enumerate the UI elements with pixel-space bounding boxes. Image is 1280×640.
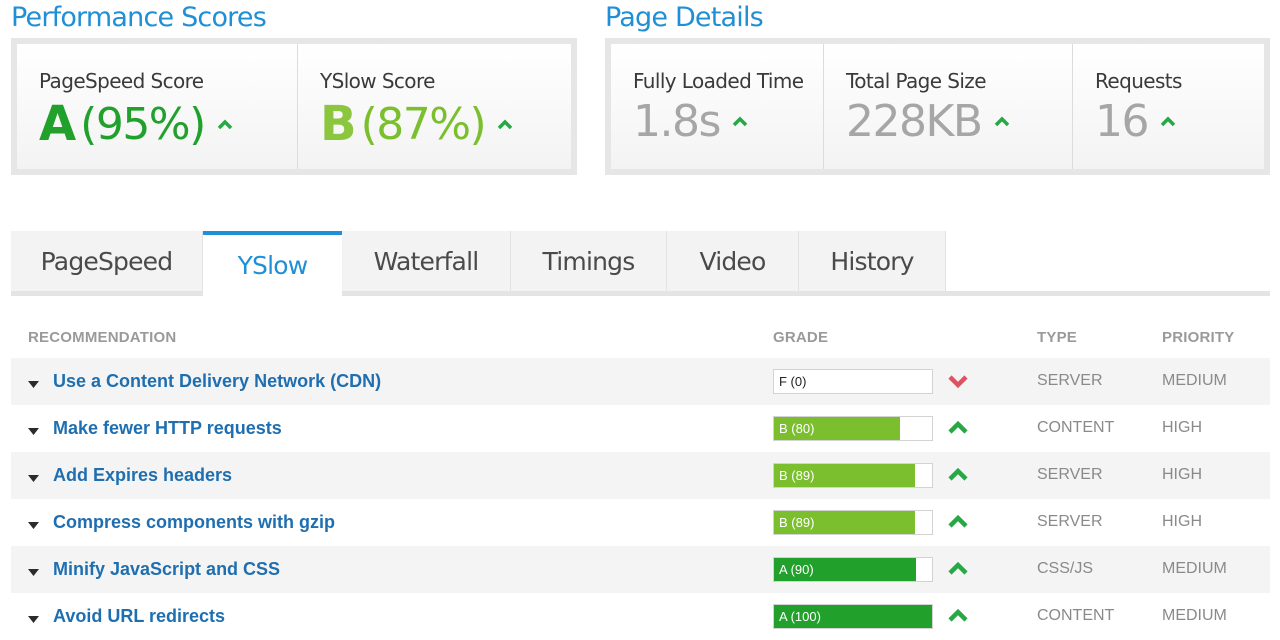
recommendation-link[interactable]: Minify JavaScript and CSS [53,559,280,580]
pagespeed-score-label: PageSpeed Score [39,69,204,93]
triangle-down-icon[interactable] [28,564,39,582]
chevron-up-icon [994,112,1010,131]
yslow-grade-letter: B [320,96,357,152]
fully-loaded-time-label: Fully Loaded Time [633,69,804,93]
grade-bar: A (100) [773,604,933,629]
chevron-up-icon [947,608,969,629]
table-row: Use a Content Delivery Network (CDN) F (0… [11,358,1270,405]
performance-scores-title: Performance Scores [11,2,267,33]
pagespeed-score: PageSpeed Score A (95%) [17,44,298,169]
tab-pagespeed[interactable]: PageSpeed [11,231,203,291]
yslow-score: YSlow Score B (87%) [298,44,571,169]
requests-label: Requests [1095,69,1182,93]
total-page-size: Total Page Size 228KB [824,44,1073,169]
total-page-size-number: 228KB [846,96,983,147]
triangle-down-icon[interactable] [28,517,39,535]
table-row: Minify JavaScript and CSS A (90) CSS/JS MED… [11,546,1270,593]
tab-waterfall[interactable]: Waterfall [342,231,511,291]
grade-bar: B (89) [773,463,933,488]
fully-loaded-time-number: 1.8s [633,96,721,147]
tab-timings[interactable]: Timings [511,231,667,291]
fully-loaded-time: Fully Loaded Time 1.8s [611,44,824,169]
column-header-grade: GRADE [773,329,829,346]
requests: Requests 16 [1073,44,1264,169]
grade-label: B (89) [779,468,815,483]
table-row: Make fewer HTTP requests B (80) CONTENT HIG… [11,405,1270,452]
triangle-down-icon[interactable] [28,423,39,441]
tab-yslow[interactable]: YSlow [203,231,342,296]
type-value: CONTENT [1037,419,1115,436]
page-details-panel: Fully Loaded Time 1.8s Total Page Size 2… [605,38,1270,175]
type-value: SERVER [1037,513,1103,530]
column-header-priority: PRIORITY [1162,329,1235,346]
priority-value: MEDIUM [1162,607,1227,624]
requests-value: 16 [1095,96,1176,147]
grade-bar: A (90) [773,557,933,582]
yslow-grade-percent: (87%) [360,98,487,150]
triangle-down-icon[interactable] [28,470,39,488]
total-page-size-label: Total Page Size [846,69,987,93]
performance-scores-panel: PageSpeed Score A (95%) YSlow Score B (8… [11,38,577,175]
column-header-type: TYPE [1037,329,1077,346]
grade-label: A (90) [779,562,814,577]
yslow-score-value: B (87%) [320,96,513,152]
chevron-up-icon [497,115,513,134]
priority-value: HIGH [1162,419,1202,436]
grade-label: F (0) [779,374,807,389]
page-details-title: Page Details [605,2,764,33]
pagespeed-score-value: A (95%) [39,96,233,152]
grade-bar: B (80) [773,416,933,441]
tab-history[interactable]: History [799,231,946,291]
priority-value: HIGH [1162,513,1202,530]
report-tabs: PageSpeed YSlow Waterfall Timings Video … [11,231,1270,296]
triangle-down-icon[interactable] [28,376,39,394]
chevron-up-icon [947,514,969,535]
grade-bar: F (0) [773,369,933,394]
chevron-up-icon [732,112,748,131]
type-value: CSS/JS [1037,560,1094,577]
chevron-down-icon [947,373,969,394]
grade-label: B (80) [779,421,815,436]
type-value: SERVER [1037,466,1103,483]
table-row: Avoid URL redirects A (100) CONTENT MEDIUM [11,593,1270,640]
total-page-size-value: 228KB [846,96,1010,147]
column-header-recommendation: RECOMMENDATION [28,329,177,346]
recommendation-link[interactable]: Avoid URL redirects [53,606,225,627]
priority-value: MEDIUM [1162,372,1227,389]
chevron-up-icon [1160,112,1176,131]
pagespeed-grade-letter: A [39,96,77,152]
grade-bar: B (89) [773,510,933,535]
recommendation-link[interactable]: Use a Content Delivery Network (CDN) [53,371,381,392]
chevron-up-icon [947,467,969,488]
requests-number: 16 [1095,96,1150,147]
recommendation-link[interactable]: Add Expires headers [53,465,232,486]
grade-label: B (89) [779,515,815,530]
chevron-up-icon [947,420,969,441]
table-row: Add Expires headers B (89) SERVER HIGH [11,452,1270,499]
pagespeed-grade-percent: (95%) [80,98,206,150]
yslow-score-label: YSlow Score [320,69,435,93]
tab-video[interactable]: Video [667,231,799,291]
type-value: CONTENT [1037,607,1115,624]
recommendation-link[interactable]: Compress components with gzip [53,512,335,533]
recommendation-link[interactable]: Make fewer HTTP requests [53,418,282,439]
priority-value: MEDIUM [1162,560,1227,577]
triangle-down-icon[interactable] [28,611,39,629]
type-value: SERVER [1037,372,1103,389]
chevron-up-icon [217,115,233,134]
priority-value: HIGH [1162,466,1202,483]
fully-loaded-time-value: 1.8s [633,96,748,147]
grade-label: A (100) [779,609,821,624]
table-row: Compress components with gzip B (89) SERVE… [11,499,1270,546]
chevron-up-icon [947,561,969,582]
